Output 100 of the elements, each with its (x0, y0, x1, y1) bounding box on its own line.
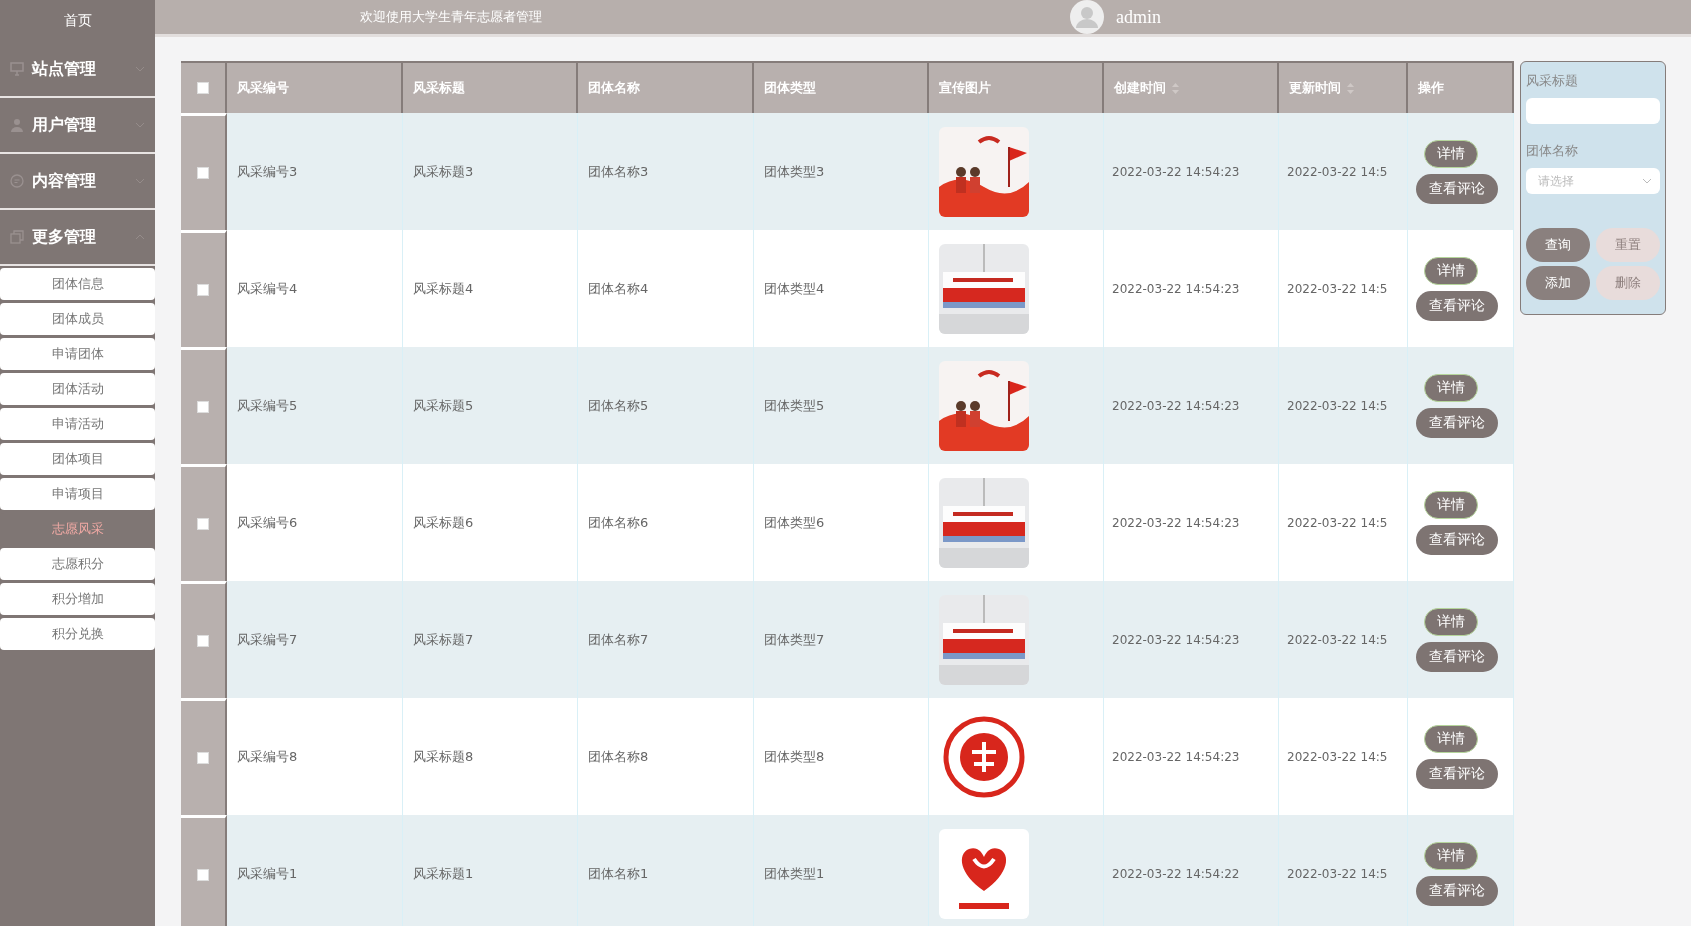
comments-button[interactable]: 查看评论 (1416, 524, 1498, 555)
table-cell: 团体类型6 (754, 464, 929, 581)
column-title: 操作 (1418, 79, 1444, 97)
filter-button[interactable]: 删除 (1596, 266, 1660, 300)
submenu-item[interactable]: 团体项目 (0, 443, 155, 475)
column-title: 团体名称 (588, 79, 640, 97)
submenu-item[interactable]: 团体成员 (0, 303, 155, 335)
table-cell: 2022-03-22 14:5 (1279, 464, 1408, 581)
submenu-item[interactable]: 申请项目 (0, 478, 155, 510)
submenu-item[interactable]: 申请活动 (0, 408, 155, 440)
submenu-item[interactable]: 团体信息 (0, 268, 155, 300)
table-cell: 2022-03-22 14:5 (1279, 581, 1408, 698)
submenu-item[interactable]: 团体活动 (0, 373, 155, 405)
user-icon (10, 118, 24, 132)
table-cell: 团体名称4 (578, 230, 754, 347)
home-link[interactable]: 首页 (0, 0, 155, 42)
avatar-icon (1070, 0, 1104, 34)
row-checkbox[interactable] (197, 869, 209, 881)
chevron-icon (1642, 178, 1652, 184)
details-button[interactable]: 详情 (1424, 841, 1478, 870)
table-cell: 团体名称5 (578, 347, 754, 464)
filter-button[interactable]: 查询 (1526, 228, 1590, 262)
monitor-icon (10, 62, 24, 76)
table-cell: 风采编号1 (227, 815, 403, 926)
chat-icon (10, 174, 24, 188)
comments-button[interactable]: 查看评论 (1416, 875, 1498, 906)
select-all-checkbox[interactable] (197, 82, 209, 94)
table-cell: 2022-03-22 14:54:23 (1104, 113, 1279, 230)
row-checkbox[interactable] (197, 167, 209, 179)
table-cell: 团体名称3 (578, 113, 754, 230)
comments-button[interactable]: 查看评论 (1416, 290, 1498, 321)
field-label: 风采标题 (1526, 72, 1579, 90)
table-cell: 2022-03-22 14:5 (1279, 815, 1408, 926)
row-checkbox[interactable] (197, 635, 209, 647)
column-title: 宣传图片 (939, 79, 991, 97)
table-cell: 2022-03-22 14:5 (1279, 230, 1408, 347)
submenu-item[interactable]: 志愿积分 (0, 548, 155, 580)
table-cell: 团体名称7 (578, 581, 754, 698)
column-title: 风采标题 (413, 79, 465, 97)
field-label: 团体名称 (1526, 142, 1579, 160)
table-cell: 团体类型5 (754, 347, 929, 464)
table-cell: 风采标题6 (403, 464, 578, 581)
table-cell: 风采标题3 (403, 113, 578, 230)
submenu-item[interactable]: 积分增加 (0, 583, 155, 615)
row-checkbox[interactable] (197, 284, 209, 296)
column-title: 风采编号 (237, 79, 289, 97)
table-cell: 2022-03-22 14:5 (1279, 698, 1408, 815)
details-button[interactable]: 详情 (1424, 724, 1478, 753)
row-checkbox[interactable] (197, 518, 209, 530)
comments-button[interactable]: 查看评论 (1416, 407, 1498, 438)
table-cell: 2022-03-22 14:54:23 (1104, 230, 1279, 347)
table-cell: 2022-03-22 14:54:23 (1104, 698, 1279, 815)
submenu-item[interactable]: 积分兑换 (0, 618, 155, 650)
column-title: 创建时间 (1114, 79, 1166, 97)
table-cell: 2022-03-22 14:5 (1279, 113, 1408, 230)
table-cell: 风采编号8 (227, 698, 403, 815)
column-title: 更新时间 (1289, 79, 1341, 97)
details-button[interactable]: 详情 (1424, 607, 1478, 636)
comments-button[interactable]: 查看评论 (1416, 173, 1498, 204)
input-field[interactable] (1526, 98, 1660, 124)
details-button[interactable]: 详情 (1424, 373, 1478, 402)
table-cell: 风采编号7 (227, 581, 403, 698)
table-cell: 团体类型4 (754, 230, 929, 347)
submenu-item[interactable]: 申请团体 (0, 338, 155, 370)
column-title: 团体类型 (764, 79, 816, 97)
filter-button[interactable]: 重置 (1596, 228, 1660, 262)
menu-header[interactable]: 站点管理 (0, 42, 155, 98)
table-cell: 风采标题4 (403, 230, 578, 347)
table-cell: 团体类型7 (754, 581, 929, 698)
menu-header[interactable]: 更多管理 (0, 210, 155, 266)
table-cell: 风采编号3 (227, 113, 403, 230)
table-cell: 2022-03-22 14:5 (1279, 347, 1408, 464)
table-cell: 2022-03-22 14:54:23 (1104, 581, 1279, 698)
table-cell: 团体类型1 (754, 815, 929, 926)
table-cell: 风采标题5 (403, 347, 578, 464)
details-button[interactable]: 详情 (1424, 490, 1478, 519)
menu-header[interactable]: 用户管理 (0, 98, 155, 154)
table-cell: 2022-03-22 14:54:23 (1104, 464, 1279, 581)
table-cell: 团体名称8 (578, 698, 754, 815)
table-cell: 团体类型3 (754, 113, 929, 230)
sort-icon[interactable] (1347, 82, 1354, 94)
sort-icon[interactable] (1172, 82, 1179, 94)
table-cell: 2022-03-22 14:54:23 (1104, 347, 1279, 464)
table-cell: 2022-03-22 14:54:22 (1104, 815, 1279, 926)
table-cell: 风采标题1 (403, 815, 578, 926)
table-cell: 团体类型8 (754, 698, 929, 815)
filter-button[interactable]: 添加 (1526, 266, 1590, 300)
row-checkbox[interactable] (197, 752, 209, 764)
details-button[interactable]: 详情 (1424, 139, 1478, 168)
table-cell: 风采编号5 (227, 347, 403, 464)
copy-icon (10, 230, 24, 244)
welcome-text: 欢迎使用大学生青年志愿者管理 (360, 8, 543, 26)
row-checkbox[interactable] (197, 401, 209, 413)
table-cell: 风采编号4 (227, 230, 403, 347)
comments-button[interactable]: 查看评论 (1416, 758, 1498, 789)
table-cell: 风采标题8 (403, 698, 578, 815)
comments-button[interactable]: 查看评论 (1416, 641, 1498, 672)
details-button[interactable]: 详情 (1424, 256, 1478, 285)
menu-header[interactable]: 内容管理 (0, 154, 155, 210)
table-cell: 团体名称1 (578, 815, 754, 926)
